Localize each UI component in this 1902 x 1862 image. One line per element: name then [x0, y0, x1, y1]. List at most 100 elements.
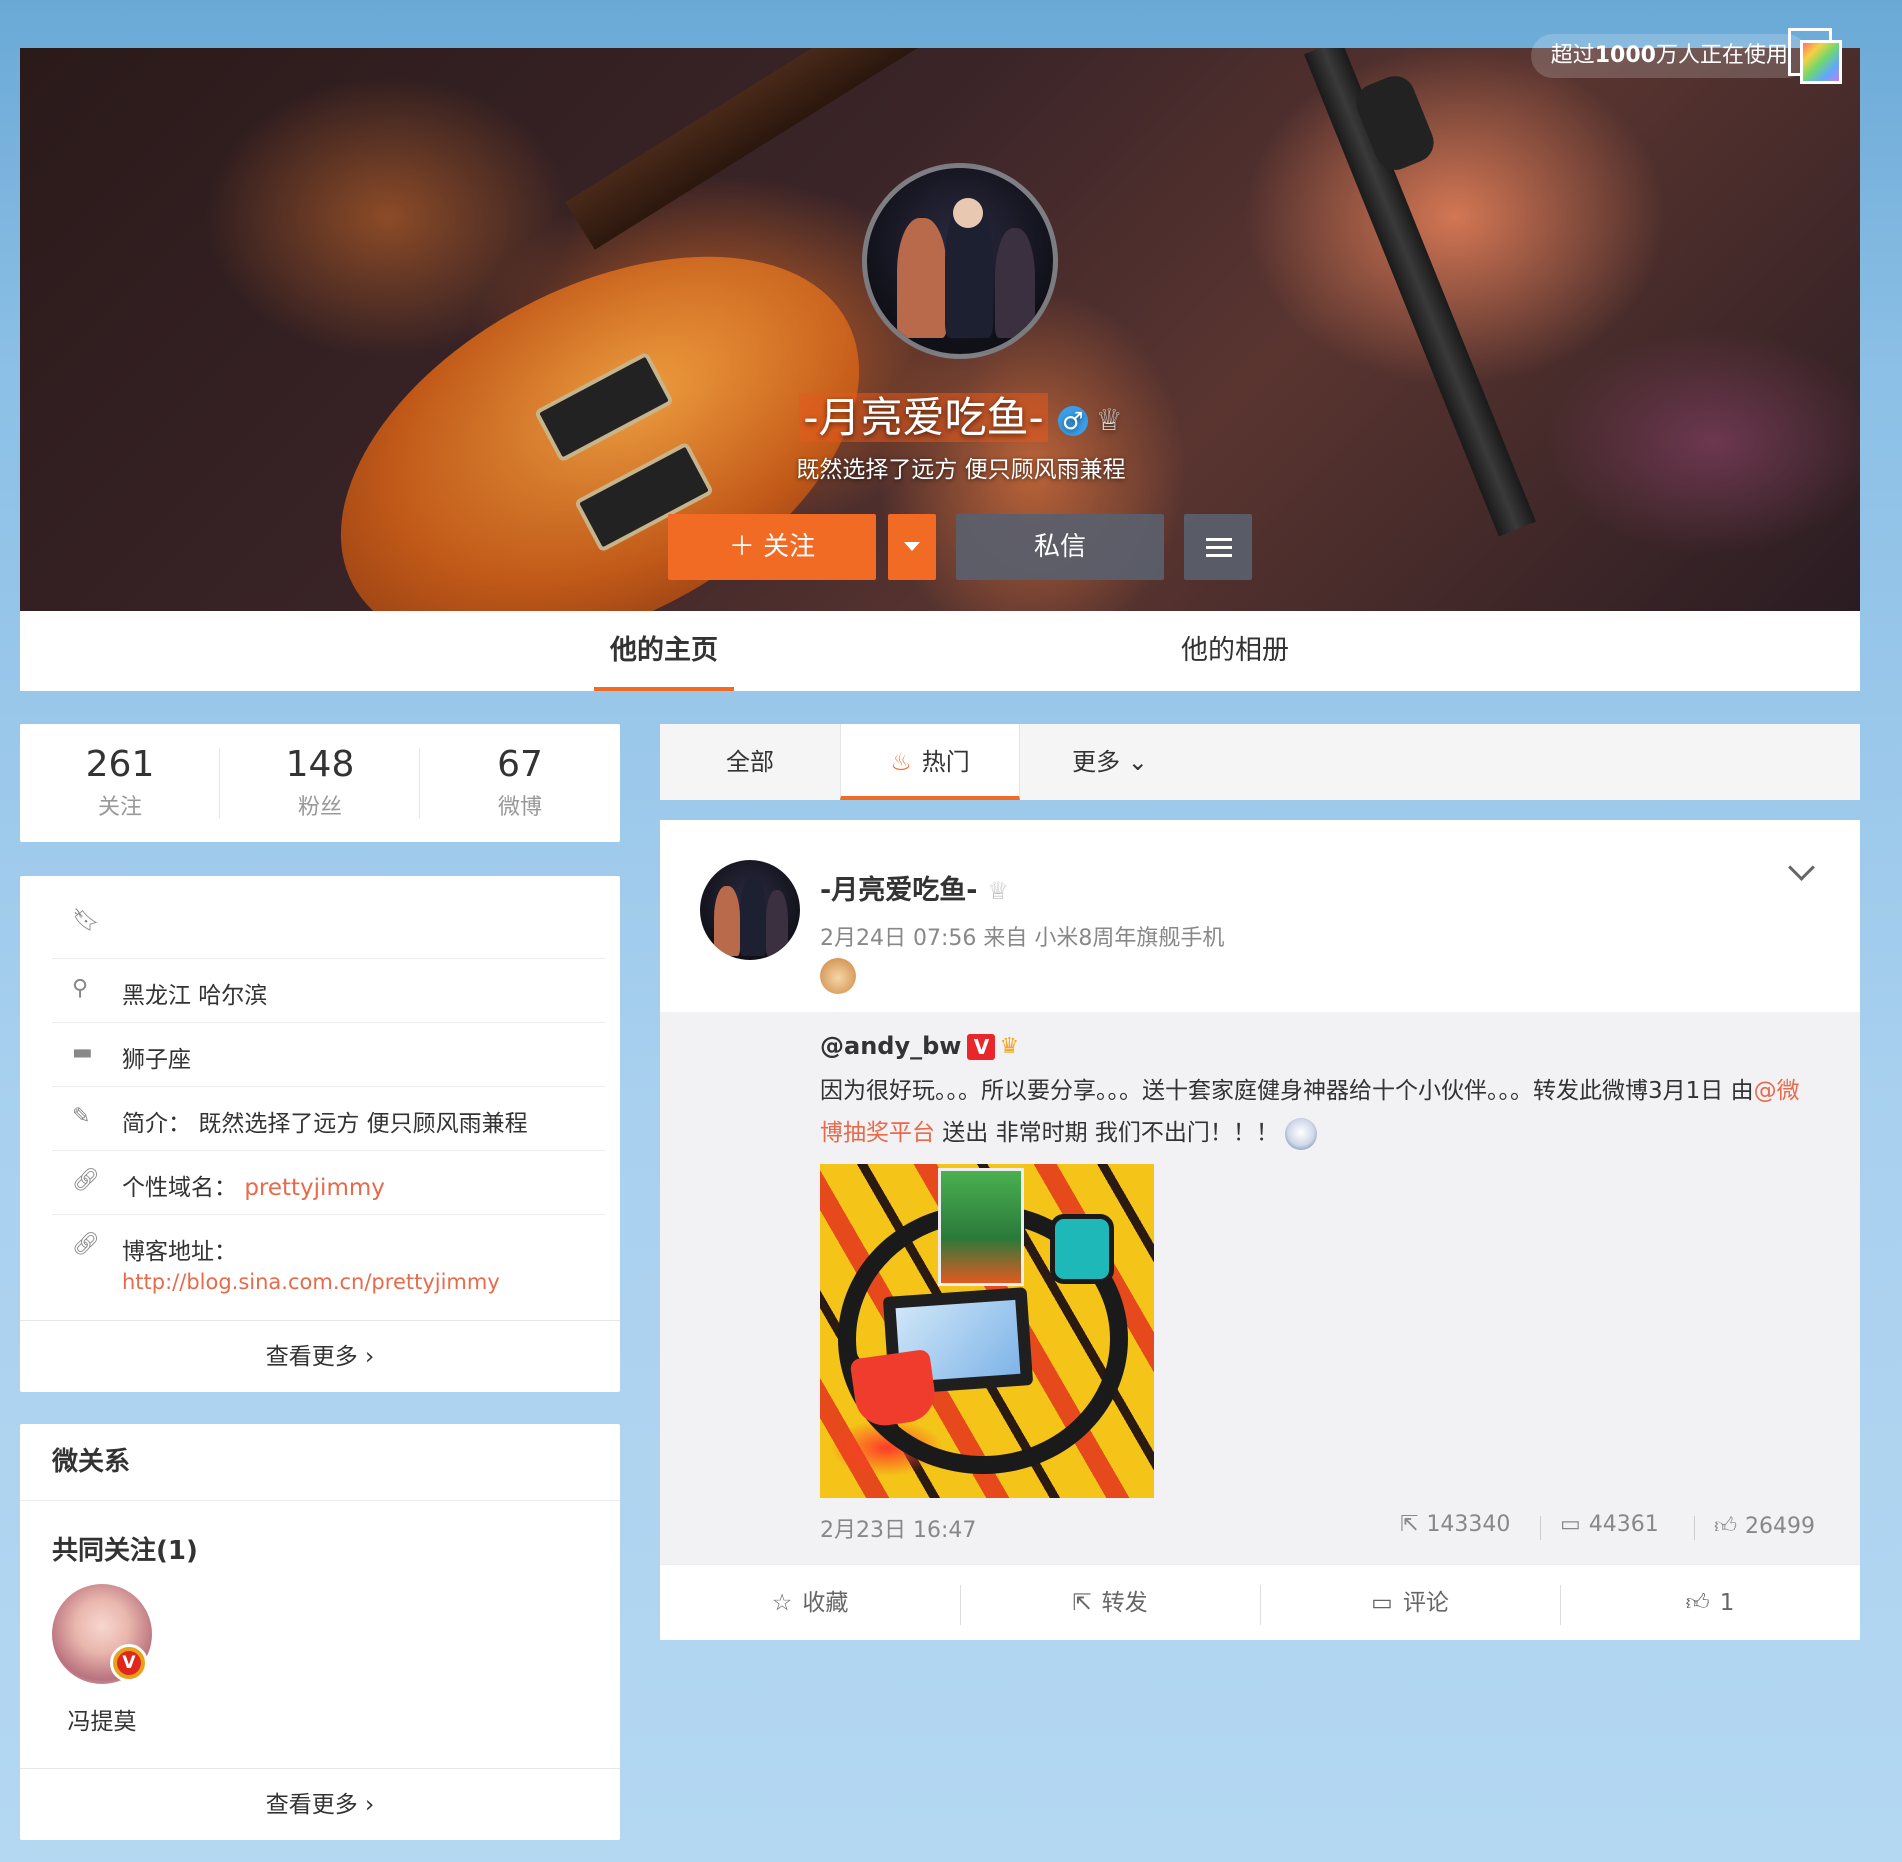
profile-tabs: 他的主页 他的相册: [20, 611, 1860, 691]
like-label: 1: [1719, 1590, 1735, 1616]
comment-button[interactable]: ▭ 评论: [1260, 1565, 1560, 1641]
stat-label: 微博: [497, 795, 542, 820]
mutual-follow-title: 共同关注(1): [52, 1536, 198, 1566]
users-count-banner: 超过1000万人正在使用: [1530, 34, 1808, 78]
comment-label: 评论: [1402, 1590, 1449, 1616]
repost-text: 因为很好玩。。。所以要分享。。。送十套家庭健身神器给十个小伙伴。。。转发此微博3…: [820, 1070, 1820, 1154]
domain-link[interactable]: prettyjimmy: [244, 1175, 385, 1201]
like-button[interactable]: 👍︎ 1: [1560, 1565, 1860, 1641]
filter-hot-label: 热门: [921, 748, 970, 776]
post-author[interactable]: -月亮爱吃鱼- ♕: [820, 868, 1009, 907]
filter-tab-all[interactable]: 全部: [660, 724, 840, 800]
blog-label: 博客地址：: [122, 1239, 237, 1265]
repost-text-after: 送出 非常时期 我们不出门！！！: [935, 1120, 1279, 1146]
follow-label: 关注: [763, 532, 816, 562]
relations-card: 微关系 共同关注(1) V 冯提莫 查看更多 ›: [20, 1424, 620, 1840]
face-emoji-icon: [1284, 1117, 1317, 1150]
chevron-down-icon[interactable]: [1788, 854, 1815, 881]
crown-icon: ♕: [1095, 403, 1123, 438]
relations-more-button[interactable]: 查看更多 ›: [20, 1768, 620, 1841]
thumbs-up-icon: 👍︎: [1714, 1514, 1737, 1539]
follow-dropdown-button[interactable]: [888, 514, 936, 580]
stat-label: 粉丝: [297, 795, 342, 820]
post-author-avatar[interactable]: [700, 860, 800, 960]
stat-following[interactable]: 261 关注: [20, 744, 220, 821]
users-suffix: 万人正在使用: [1655, 43, 1788, 68]
verified-v-icon: V: [967, 1034, 996, 1060]
divider: [1540, 1516, 1541, 1540]
chevron-right-icon: ›: [365, 1792, 375, 1818]
stats-card: 261 关注 148 粉丝 67 微博: [20, 724, 620, 842]
repost-button[interactable]: ⇱ 转发: [960, 1565, 1260, 1641]
repost-count[interactable]: ⇱ 143340: [1400, 1512, 1510, 1537]
repost-box: @andy_bw V ♛ 因为很好玩。。。所以要分享。。。送十套家庭健身神器给十个小…: [660, 1012, 1860, 1564]
repost-count-value: 143340: [1426, 1512, 1511, 1537]
stat-value: 261: [85, 744, 155, 785]
tab-home[interactable]: 他的主页: [594, 611, 734, 691]
comment-icon: ▭: [1371, 1590, 1393, 1616]
info-row-domain: 🔗︎ 个性域名： prettyjimmy: [52, 1150, 606, 1215]
info-row-zodiac: ▬ 狮子座: [52, 1022, 606, 1087]
favorite-button[interactable]: ☆ 收藏: [660, 1565, 960, 1641]
intro-label: 简介：: [122, 1111, 191, 1137]
post-author-name: -月亮爱吃鱼-: [820, 875, 978, 906]
like-count[interactable]: 👍︎ 26499: [1714, 1512, 1815, 1539]
avatar-figure: [897, 218, 947, 338]
repost-author[interactable]: @andy_bw V ♛: [820, 1032, 1029, 1060]
comment-icon: ▭: [1560, 1512, 1581, 1537]
chevron-down-icon: ⌄: [1127, 748, 1148, 776]
share-icon: ⇱: [1400, 1512, 1419, 1537]
avatar-figure: [766, 890, 788, 956]
post-card: -月亮爱吃鱼- ♕ 2月24日 07:56 来自 小米8周年旗舰手机 @andy_…: [660, 820, 1860, 1640]
avatar-face: [953, 198, 983, 228]
comment-count[interactable]: ▭ 44361: [1560, 1512, 1659, 1537]
stat-followers[interactable]: 148 粉丝: [220, 744, 420, 821]
avatar-figure: [995, 228, 1035, 338]
tab-album[interactable]: 他的相册: [1145, 611, 1325, 691]
stat-value: 67: [497, 744, 543, 785]
follow-button[interactable]: ＋ 关注: [668, 514, 876, 580]
repost-text-before: 因为很好玩。。。所以要分享。。。送十套家庭健身神器给十个小伙伴。。。转发此微博3…: [820, 1078, 1754, 1104]
profile-bio: 既然选择了远方 便只顾风雨兼程: [796, 457, 1126, 483]
plus-icon: ＋: [728, 532, 755, 562]
stat-label: 关注: [97, 795, 142, 820]
domain-text: 个性域名： prettyjimmy: [122, 1168, 385, 1202]
users-prefix: 超过: [1550, 43, 1595, 68]
like-count-value: 26499: [1745, 1514, 1815, 1539]
filter-tab-more[interactable]: 更多 ⌄: [1020, 724, 1200, 800]
blog-link[interactable]: http://blog.sina.com.cn/prettyjimmy: [122, 1270, 500, 1294]
caret-down-icon: [904, 542, 920, 551]
stat-posts[interactable]: 67 微博: [420, 744, 620, 821]
domain-label: 个性域名：: [122, 1175, 237, 1201]
post-meta: 2月24日 07:56 来自 小米8周年旗舰手机: [820, 926, 1225, 951]
bookmark-icon: 🔖︎: [72, 908, 100, 933]
profile-name-text: -月亮爱吃鱼-: [799, 393, 1048, 442]
message-button[interactable]: 私信: [956, 514, 1164, 580]
filter-tab-hot[interactable]: ♨ 热门: [840, 724, 1020, 800]
share-icon: ⇱: [1072, 1590, 1092, 1616]
intro-text: 简介： 既然选择了远方 便只顾风雨兼程: [122, 1104, 528, 1138]
vip-crown-icon: ♛: [999, 1034, 1020, 1059]
more-label: 查看更多: [265, 1792, 358, 1818]
info-row-intro: ✎ 简介： 既然选择了远方 便只顾风雨兼程: [52, 1086, 606, 1151]
link-icon: 🔗︎: [72, 1168, 100, 1193]
link-icon: 🔗︎: [72, 1232, 100, 1257]
more-label: 查看更多: [265, 1344, 358, 1370]
game-case: [938, 1168, 1024, 1286]
feed-filter-tabs: 全部 ♨ 热门 更多 ⌄: [660, 724, 1860, 800]
filter-more-label: 更多: [1072, 748, 1121, 776]
controller-teal: [1050, 1214, 1114, 1284]
info-row-location: ⚲ 黑龙江 哈尔滨: [52, 958, 606, 1023]
relations-title: 微关系: [52, 1447, 131, 1477]
profile-avatar[interactable]: [862, 163, 1058, 359]
repost-image[interactable]: [820, 1164, 1154, 1498]
info-card: 🔖︎ ⚲ 黑龙江 哈尔滨 ▬ 狮子座 ✎ 简介： 既然选择了远方 便只顾风雨兼程…: [20, 876, 620, 1392]
info-row-badges: 🔖︎: [52, 894, 606, 959]
more-menu-button[interactable]: [1184, 514, 1252, 580]
mutual-name[interactable]: 冯提莫: [52, 1702, 152, 1736]
info-row-blog: 🔗︎ 博客地址： http://blog.sina.com.cn/prettyj…: [52, 1214, 606, 1314]
info-more-button[interactable]: 查看更多 ›: [20, 1320, 620, 1393]
app-download-icon[interactable]: [1788, 28, 1842, 84]
users-count: 1000: [1594, 43, 1656, 68]
repost-author-name: @andy_bw: [820, 1032, 962, 1060]
